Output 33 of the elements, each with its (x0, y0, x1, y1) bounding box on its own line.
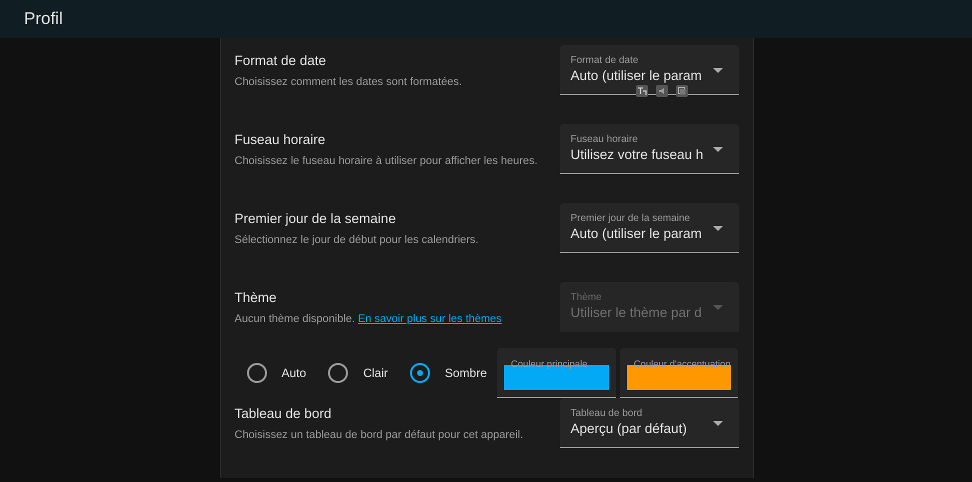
setting-title: Thème (234, 290, 278, 305)
speaker-icon[interactable] (654, 84, 668, 98)
select-field[interactable]: Premier jour de la semaine Auto (utiliser le param (560, 203, 738, 253)
radio-button[interactable] (328, 363, 348, 383)
radio-button[interactable] (246, 363, 266, 383)
copy-icon[interactable] (674, 84, 688, 98)
setting-description: Choisissez comment les dates sont formatées. (234, 76, 462, 88)
select-field[interactable]: Tableau de bord Aperçu (par défaut) (560, 398, 738, 448)
setting-title: Tableau de bord (234, 406, 332, 421)
caret-icon (712, 305, 722, 310)
radio-label: Auto (282, 366, 306, 380)
color-label: Couleur principale (510, 359, 588, 370)
select-field[interactable]: Fuseau horaire Utilisez votre fuseau h (560, 124, 738, 174)
color-field[interactable]: Couleur principale (496, 348, 616, 398)
radio-label: Clair (363, 366, 388, 380)
setting-title: Premier jour de la semaine (234, 211, 397, 226)
setting-description: Sélectionnez le jour de début pour les calendriers. (234, 234, 478, 246)
caret-icon (712, 421, 722, 426)
color-label: Couleur d'accentuation (634, 359, 731, 370)
caret-icon (712, 68, 722, 73)
select-field[interactable]: Format de date Auto (utiliser le param (560, 45, 738, 95)
caret-icon (712, 226, 722, 231)
setting-description: Aucun thème disponible. (234, 313, 355, 325)
caret-icon (712, 147, 722, 152)
page-title: Profil (24, 9, 63, 29)
setting-title: Fuseau horaire (234, 132, 326, 147)
setting-title: Format de date (234, 53, 328, 68)
radio-button[interactable] (410, 363, 430, 383)
setting-description: Choisissez un tableau de bord par défaut pour cet appareil. (234, 429, 524, 441)
color-field[interactable]: Couleur d'accentuation (620, 348, 738, 398)
setting-description: Choisissez le fuseau horaire à utiliser pour afficher les heures. (234, 155, 538, 167)
themes-link[interactable]: En savoir plus sur les thèmes (358, 313, 502, 325)
radio-label: Sombre (444, 366, 487, 380)
